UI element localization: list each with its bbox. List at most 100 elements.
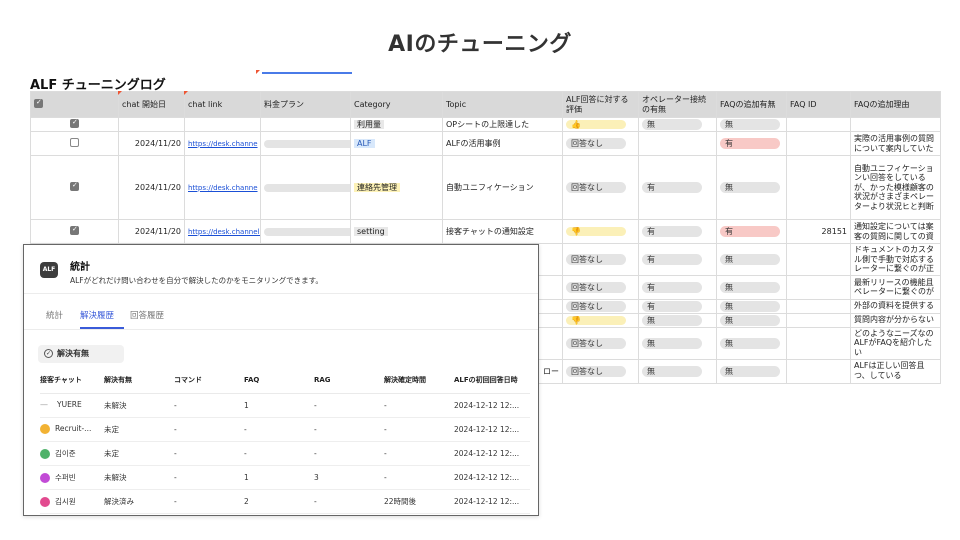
cell-plan[interactable] xyxy=(260,117,351,132)
cell-faq-id[interactable] xyxy=(786,117,851,132)
cell-date[interactable]: 2024/11/20 xyxy=(118,219,185,244)
cell-reason[interactable]: ドキュメントのカスタル側で手動で対応するレーターに繋ぐのが正 xyxy=(850,243,941,276)
cell-op[interactable]: 有 xyxy=(638,274,717,300)
table-row[interactable]: 김시원 解決済み - 2 - 22時間後 2024-12-12 12:... xyxy=(40,489,530,514)
col-header[interactable]: ALF回答に対する評価 xyxy=(562,91,639,118)
col-header[interactable]: 解決有無 xyxy=(104,369,174,394)
cell-op[interactable]: 有 xyxy=(638,155,717,220)
cell-reason[interactable]: 質問内容が分からない xyxy=(850,312,941,328)
cell-topic[interactable]: 自動ユニフィケーション xyxy=(442,155,563,220)
cell-reason[interactable]: 自動ユニフィケーションい回答をしているが、かった模様顧客の状況がさまざまペレータ… xyxy=(850,155,941,220)
cell-reason[interactable]: 外部の資料を提供する xyxy=(850,298,941,314)
cell-eval[interactable]: 回答なし xyxy=(562,274,639,300)
select-all-checkbox[interactable] xyxy=(30,91,119,118)
col-header[interactable]: FAQの追加理由 xyxy=(850,91,941,118)
cell-op[interactable]: 無 xyxy=(638,358,717,384)
cell-faq[interactable]: 無 xyxy=(716,326,787,360)
col-header[interactable]: FAQ xyxy=(244,369,314,394)
cell-date[interactable]: 2024/11/20 xyxy=(118,131,185,156)
cell-topic[interactable]: 接客チャットの通知設定 xyxy=(442,219,563,244)
cell-faq[interactable]: 有 xyxy=(716,219,787,244)
col-header[interactable]: コマンド xyxy=(174,369,244,394)
cell-eval[interactable]: 回答なし xyxy=(562,131,639,156)
cell-eval[interactable]: 回答なし xyxy=(562,358,639,384)
cell-plan[interactable] xyxy=(260,219,351,244)
cell-date[interactable] xyxy=(118,117,185,132)
cell-category[interactable]: 利用量 xyxy=(350,117,443,132)
cell-reason[interactable]: 最新リリースの機能且ペレーターに繋ぐのが xyxy=(850,274,941,300)
table-row[interactable]: 수퍼빈 未解決 - 1 3 - 2024-12-12 12:... xyxy=(40,465,530,490)
cell-faq-id[interactable] xyxy=(786,155,851,220)
cell-op[interactable]: 無 xyxy=(638,117,717,132)
cell-op[interactable]: 無 xyxy=(638,326,717,360)
cell-op[interactable] xyxy=(638,131,717,156)
cell-faq[interactable]: 無 xyxy=(716,274,787,300)
cell-faq[interactable]: 有 xyxy=(716,131,787,156)
cell-link[interactable]: https://desk.channe xyxy=(184,131,261,156)
cell-link[interactable]: https://desk.channe xyxy=(184,155,261,220)
col-header[interactable]: chat 開始日 xyxy=(118,91,185,118)
cell-eval[interactable]: 👍 xyxy=(562,117,639,132)
col-header[interactable]: chat link xyxy=(184,91,261,118)
table-row[interactable]: 김이준 未定 - - - - 2024-12-12 12:... xyxy=(40,441,530,466)
cell-plan[interactable] xyxy=(260,131,351,156)
col-header[interactable]: Category xyxy=(350,91,443,118)
col-header[interactable]: FAQの追加有無 xyxy=(716,91,787,118)
col-header[interactable]: オペレーター接続の有無 xyxy=(638,91,717,118)
cell-eval[interactable]: 👎 xyxy=(562,219,639,244)
row-checkbox[interactable] xyxy=(30,117,119,132)
col-header[interactable]: Topic xyxy=(442,91,563,118)
cell-reason[interactable]: どのようなニーズなのALFがFAQを紹介したい xyxy=(850,326,941,360)
row-checkbox[interactable] xyxy=(30,131,119,156)
date-cell: 2024-12-12 12:... xyxy=(454,489,530,514)
col-header[interactable]: 解決確定時間 xyxy=(384,369,454,394)
eval-chip: 回答なし xyxy=(566,337,626,349)
cell-reason[interactable]: 通知設定については案客の質問に関しての資 xyxy=(850,219,941,244)
cell-op[interactable]: 有 xyxy=(638,298,717,314)
cell-eval[interactable]: 回答なし xyxy=(562,326,639,360)
tab-resolution-history[interactable]: 解決履歴 xyxy=(80,309,114,321)
tab-statistics[interactable]: 統計 xyxy=(46,309,63,321)
cell-category[interactable]: setting xyxy=(350,219,443,244)
cell-eval[interactable]: 回答なし xyxy=(562,298,639,314)
col-header[interactable]: 接客チャット xyxy=(40,369,104,394)
cell-faq[interactable]: 無 xyxy=(716,243,787,276)
cell-op[interactable]: 有 xyxy=(638,219,717,244)
cell-plan[interactable] xyxy=(260,155,351,220)
table-row[interactable]: Recruit-... 未定 - - - - 2024-12-12 12:... xyxy=(40,417,530,442)
cell-faq[interactable]: 無 xyxy=(716,155,787,220)
cell-eval[interactable]: 👎 xyxy=(562,312,639,328)
cell-reason[interactable] xyxy=(850,117,941,132)
col-header[interactable]: FAQ ID xyxy=(786,91,851,118)
cell-faq[interactable]: 無 xyxy=(716,298,787,314)
cell-reason[interactable]: ALFは正しい回答且つ、している xyxy=(850,358,941,384)
cell-date[interactable]: 2024/11/20 xyxy=(118,155,185,220)
col-header[interactable]: RAG xyxy=(314,369,384,394)
cell-topic[interactable]: ALFの活用事例 xyxy=(442,131,563,156)
cell-faq[interactable]: 無 xyxy=(716,312,787,328)
row-checkbox[interactable] xyxy=(30,155,119,220)
cell-link[interactable]: https://desk.channel.i xyxy=(184,219,261,244)
cell-faq[interactable]: 無 xyxy=(716,117,787,132)
col-header[interactable]: 料金プラン xyxy=(260,91,351,118)
faq-chip: 無 xyxy=(720,182,780,193)
row-checkbox[interactable] xyxy=(30,219,119,244)
cell-category[interactable]: 連絡先管理 xyxy=(350,155,443,220)
faq-cell: - xyxy=(244,417,314,442)
cell-faq-id[interactable] xyxy=(786,131,851,156)
resolution-filter-button[interactable]: ✓ 解決有無 xyxy=(38,345,124,363)
col-header[interactable]: ALFの初回回答日時 xyxy=(454,369,530,394)
cell-eval[interactable]: 回答なし xyxy=(562,243,639,276)
tab-answer-history[interactable]: 回答履歴 xyxy=(130,309,164,321)
cell-topic[interactable]: OPシートの上限達した xyxy=(442,117,563,132)
cell-op[interactable]: 有 xyxy=(638,243,717,276)
cell-faq[interactable]: 無 xyxy=(716,358,787,384)
table-row[interactable]: — YUERE 未解決 - 1 - - 2024-12-12 12:... xyxy=(40,393,530,418)
cell-op[interactable]: 無 xyxy=(638,312,717,328)
cell-link[interactable] xyxy=(184,117,261,132)
cell-faq-id[interactable]: 28151 xyxy=(786,219,851,244)
category-tag: ALF xyxy=(354,139,375,148)
cell-eval[interactable]: 回答なし xyxy=(562,155,639,220)
cell-category[interactable]: ALF xyxy=(350,131,443,156)
cell-reason[interactable]: 実際の活用事例の質問について案内していた xyxy=(850,131,941,156)
